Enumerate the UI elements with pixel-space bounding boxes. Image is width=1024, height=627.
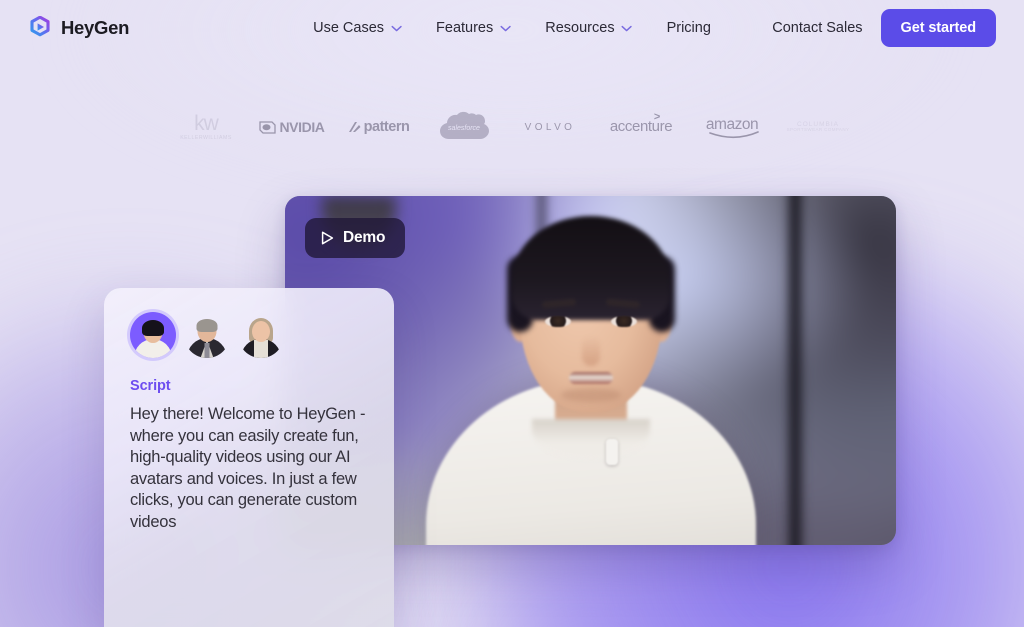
amazon-smile-icon	[709, 131, 759, 139]
customer-logo-strip: kw KELLERWILLIAMS NVIDIA pattern salesfo…	[0, 104, 1024, 150]
brand-name: HeyGen	[61, 17, 130, 38]
demo-badge[interactable]: Demo	[305, 218, 406, 258]
accenture-logo-text: accenture	[609, 118, 673, 135]
person-mouth	[568, 372, 613, 384]
chevron-down-icon	[391, 25, 402, 31]
nav-item-label: Pricing	[666, 20, 711, 36]
play-triangle-icon	[321, 231, 334, 245]
pattern-logo: pattern	[335, 107, 421, 147]
demo-badge-label: Demo	[343, 229, 386, 246]
salesforce-logo: salesforce	[421, 107, 507, 147]
amazon-logo: amazon	[689, 107, 775, 147]
pattern-logo-text: pattern	[363, 119, 410, 135]
accenture-logo: accenture >	[593, 107, 689, 147]
nav-item-label: Resources	[545, 20, 615, 36]
volvo-logo-text: VOLVO	[524, 121, 576, 133]
avatar-selector	[130, 312, 370, 358]
person-hair	[511, 216, 670, 320]
keller-williams-logo-mark: kw	[194, 111, 219, 135]
nav-actions: Contact Sales Get started	[772, 9, 996, 47]
avatar-option-3[interactable]	[238, 312, 284, 358]
salesforce-wordmark: salesforce	[448, 125, 480, 132]
contact-sales-link[interactable]: Contact Sales	[772, 20, 862, 36]
brand-logo[interactable]: HeyGen	[28, 16, 129, 40]
keller-williams-logo-sub: KELLERWILLIAMS	[180, 134, 232, 141]
heygen-play-logo-icon	[30, 16, 50, 37]
avatar-face	[252, 321, 270, 342]
avatar-tie	[204, 343, 210, 358]
nvidia-logo: NVIDIA	[249, 107, 335, 147]
nav-item-resources[interactable]: Resources	[545, 20, 633, 36]
person-nose	[581, 336, 600, 366]
avatar-option-1[interactable]	[130, 312, 176, 358]
columbia-logo-sub: SPORTSWEAR COMPANY	[786, 127, 850, 133]
columbia-logo: COLUMBIA SPORTSWEAR COMPANY	[775, 107, 861, 147]
nav-item-label: Use Cases	[313, 20, 385, 36]
lapel-microphone	[605, 439, 618, 465]
nav-item-pricing[interactable]: Pricing	[667, 20, 711, 36]
nav-links: Use Cases Features Resources Pricing	[313, 20, 711, 36]
page-root: HeyGen Use Cases Features Resources Pric…	[0, 0, 1024, 627]
person-eye-right	[610, 316, 637, 327]
script-text: Hey there! Welcome to HeyGen - where you…	[130, 405, 366, 531]
person-chin-shadow	[560, 388, 621, 402]
nav-item-use-cases[interactable]: Use Cases	[313, 20, 402, 36]
avatar-shirt	[254, 340, 268, 358]
accenture-chevron-mark: >	[653, 111, 661, 123]
keller-williams-logo: kw KELLERWILLIAMS	[163, 107, 249, 147]
person-eye-left	[544, 316, 571, 327]
pattern-mark-icon	[348, 121, 361, 132]
chevron-down-icon	[621, 25, 633, 31]
avatar-option-2[interactable]	[184, 312, 230, 358]
nvidia-logo-text: NVIDIA	[279, 119, 325, 135]
script-panel: Script Hey there! Welcome to HeyGen - wh…	[104, 288, 394, 627]
script-label: Script	[130, 378, 171, 394]
avatar-hair	[196, 319, 218, 332]
nvidia-eye-icon	[259, 120, 277, 134]
nav-item-label: Features	[436, 20, 494, 36]
chevron-down-icon	[500, 25, 511, 31]
avatar-hair	[142, 320, 164, 336]
volvo-logo: VOLVO	[507, 107, 593, 147]
nav-item-features[interactable]: Features	[436, 20, 511, 36]
get-started-button[interactable]: Get started	[880, 9, 996, 47]
main-navigation: HeyGen Use Cases Features Resources Pric…	[0, 0, 1024, 56]
salesforce-cloud-icon: salesforce	[440, 111, 489, 139]
